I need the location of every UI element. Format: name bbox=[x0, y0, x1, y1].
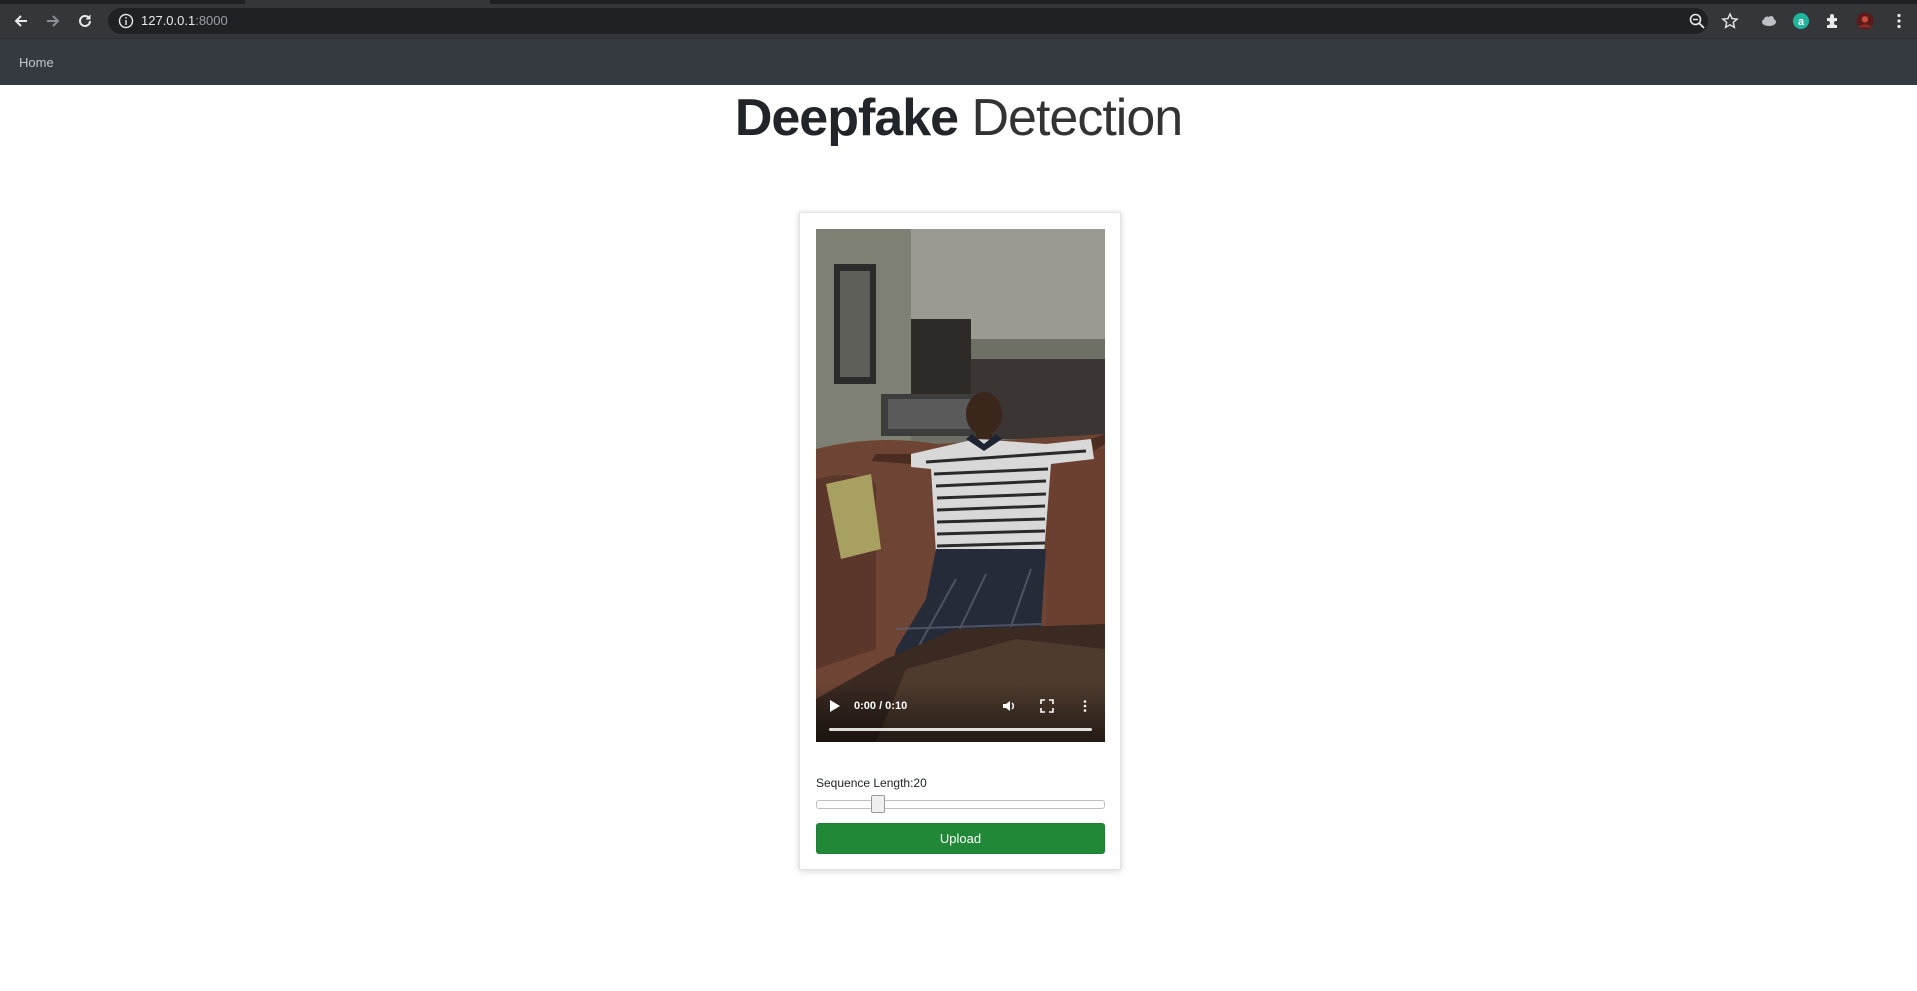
profile-button[interactable] bbox=[1856, 12, 1874, 30]
url-port: :8000 bbox=[195, 13, 228, 28]
address-bar[interactable]: 127.0.0.1:8000 bbox=[108, 8, 1708, 34]
menu-icon bbox=[1897, 13, 1901, 29]
profile-avatar bbox=[1856, 12, 1874, 30]
sequence-value: 20 bbox=[913, 776, 927, 790]
url-host: 127.0.0.1 bbox=[141, 13, 196, 28]
page-title: Deepfake Detection bbox=[0, 88, 1917, 148]
forward-button[interactable] bbox=[40, 8, 66, 34]
nav-home-link[interactable]: Home bbox=[19, 55, 54, 70]
video-controls: 0:00 / 0:10 bbox=[816, 682, 1105, 742]
zoom-icon[interactable] bbox=[1688, 12, 1706, 30]
info-icon[interactable] bbox=[118, 13, 134, 29]
extension-a-button[interactable]: a bbox=[1792, 12, 1810, 30]
fullscreen-icon[interactable] bbox=[1040, 699, 1054, 713]
more-icon[interactable] bbox=[1078, 699, 1092, 713]
reload-icon bbox=[79, 14, 91, 27]
reload-button[interactable] bbox=[72, 8, 98, 34]
a-extension-icon: a bbox=[1793, 13, 1809, 29]
sequence-label-text: Sequence Length: bbox=[816, 776, 914, 790]
forward-icon bbox=[47, 15, 60, 27]
title-light: Detection bbox=[971, 89, 1184, 147]
sequence-slider-thumb[interactable] bbox=[871, 795, 885, 813]
site-navbar: Home bbox=[0, 38, 1917, 85]
extension-cloud-button[interactable] bbox=[1760, 12, 1778, 30]
video-progress-bar[interactable] bbox=[829, 728, 1092, 731]
extensions-button[interactable] bbox=[1824, 12, 1842, 30]
svg-text:a: a bbox=[1798, 16, 1805, 28]
title-bold: Deepfake bbox=[734, 89, 959, 147]
video-player[interactable]: 0:00 / 0:10 bbox=[816, 229, 1105, 742]
upload-card: 0:00 / 0:10 Sequence Length:20 Upload bbox=[799, 212, 1121, 870]
sequence-slider-track[interactable] bbox=[816, 800, 1105, 809]
video-frame bbox=[816, 229, 1105, 742]
browser-toolbar: 127.0.0.1:8000 a bbox=[0, 4, 1917, 38]
back-button[interactable] bbox=[8, 8, 34, 34]
url-text: 127.0.0.1:8000 bbox=[141, 13, 228, 29]
play-icon[interactable] bbox=[830, 700, 840, 712]
sequence-length-label: Sequence Length:20 bbox=[816, 776, 927, 790]
video-time: 0:00 / 0:10 bbox=[854, 700, 908, 712]
browser-menu-button[interactable] bbox=[1890, 12, 1908, 30]
star-icon[interactable] bbox=[1721, 12, 1739, 30]
upload-button[interactable]: Upload bbox=[816, 823, 1105, 854]
back-icon bbox=[14, 15, 27, 27]
cloud-extension-icon bbox=[1762, 16, 1776, 26]
volume-icon[interactable] bbox=[1002, 699, 1016, 713]
extension-icon bbox=[1827, 14, 1837, 28]
